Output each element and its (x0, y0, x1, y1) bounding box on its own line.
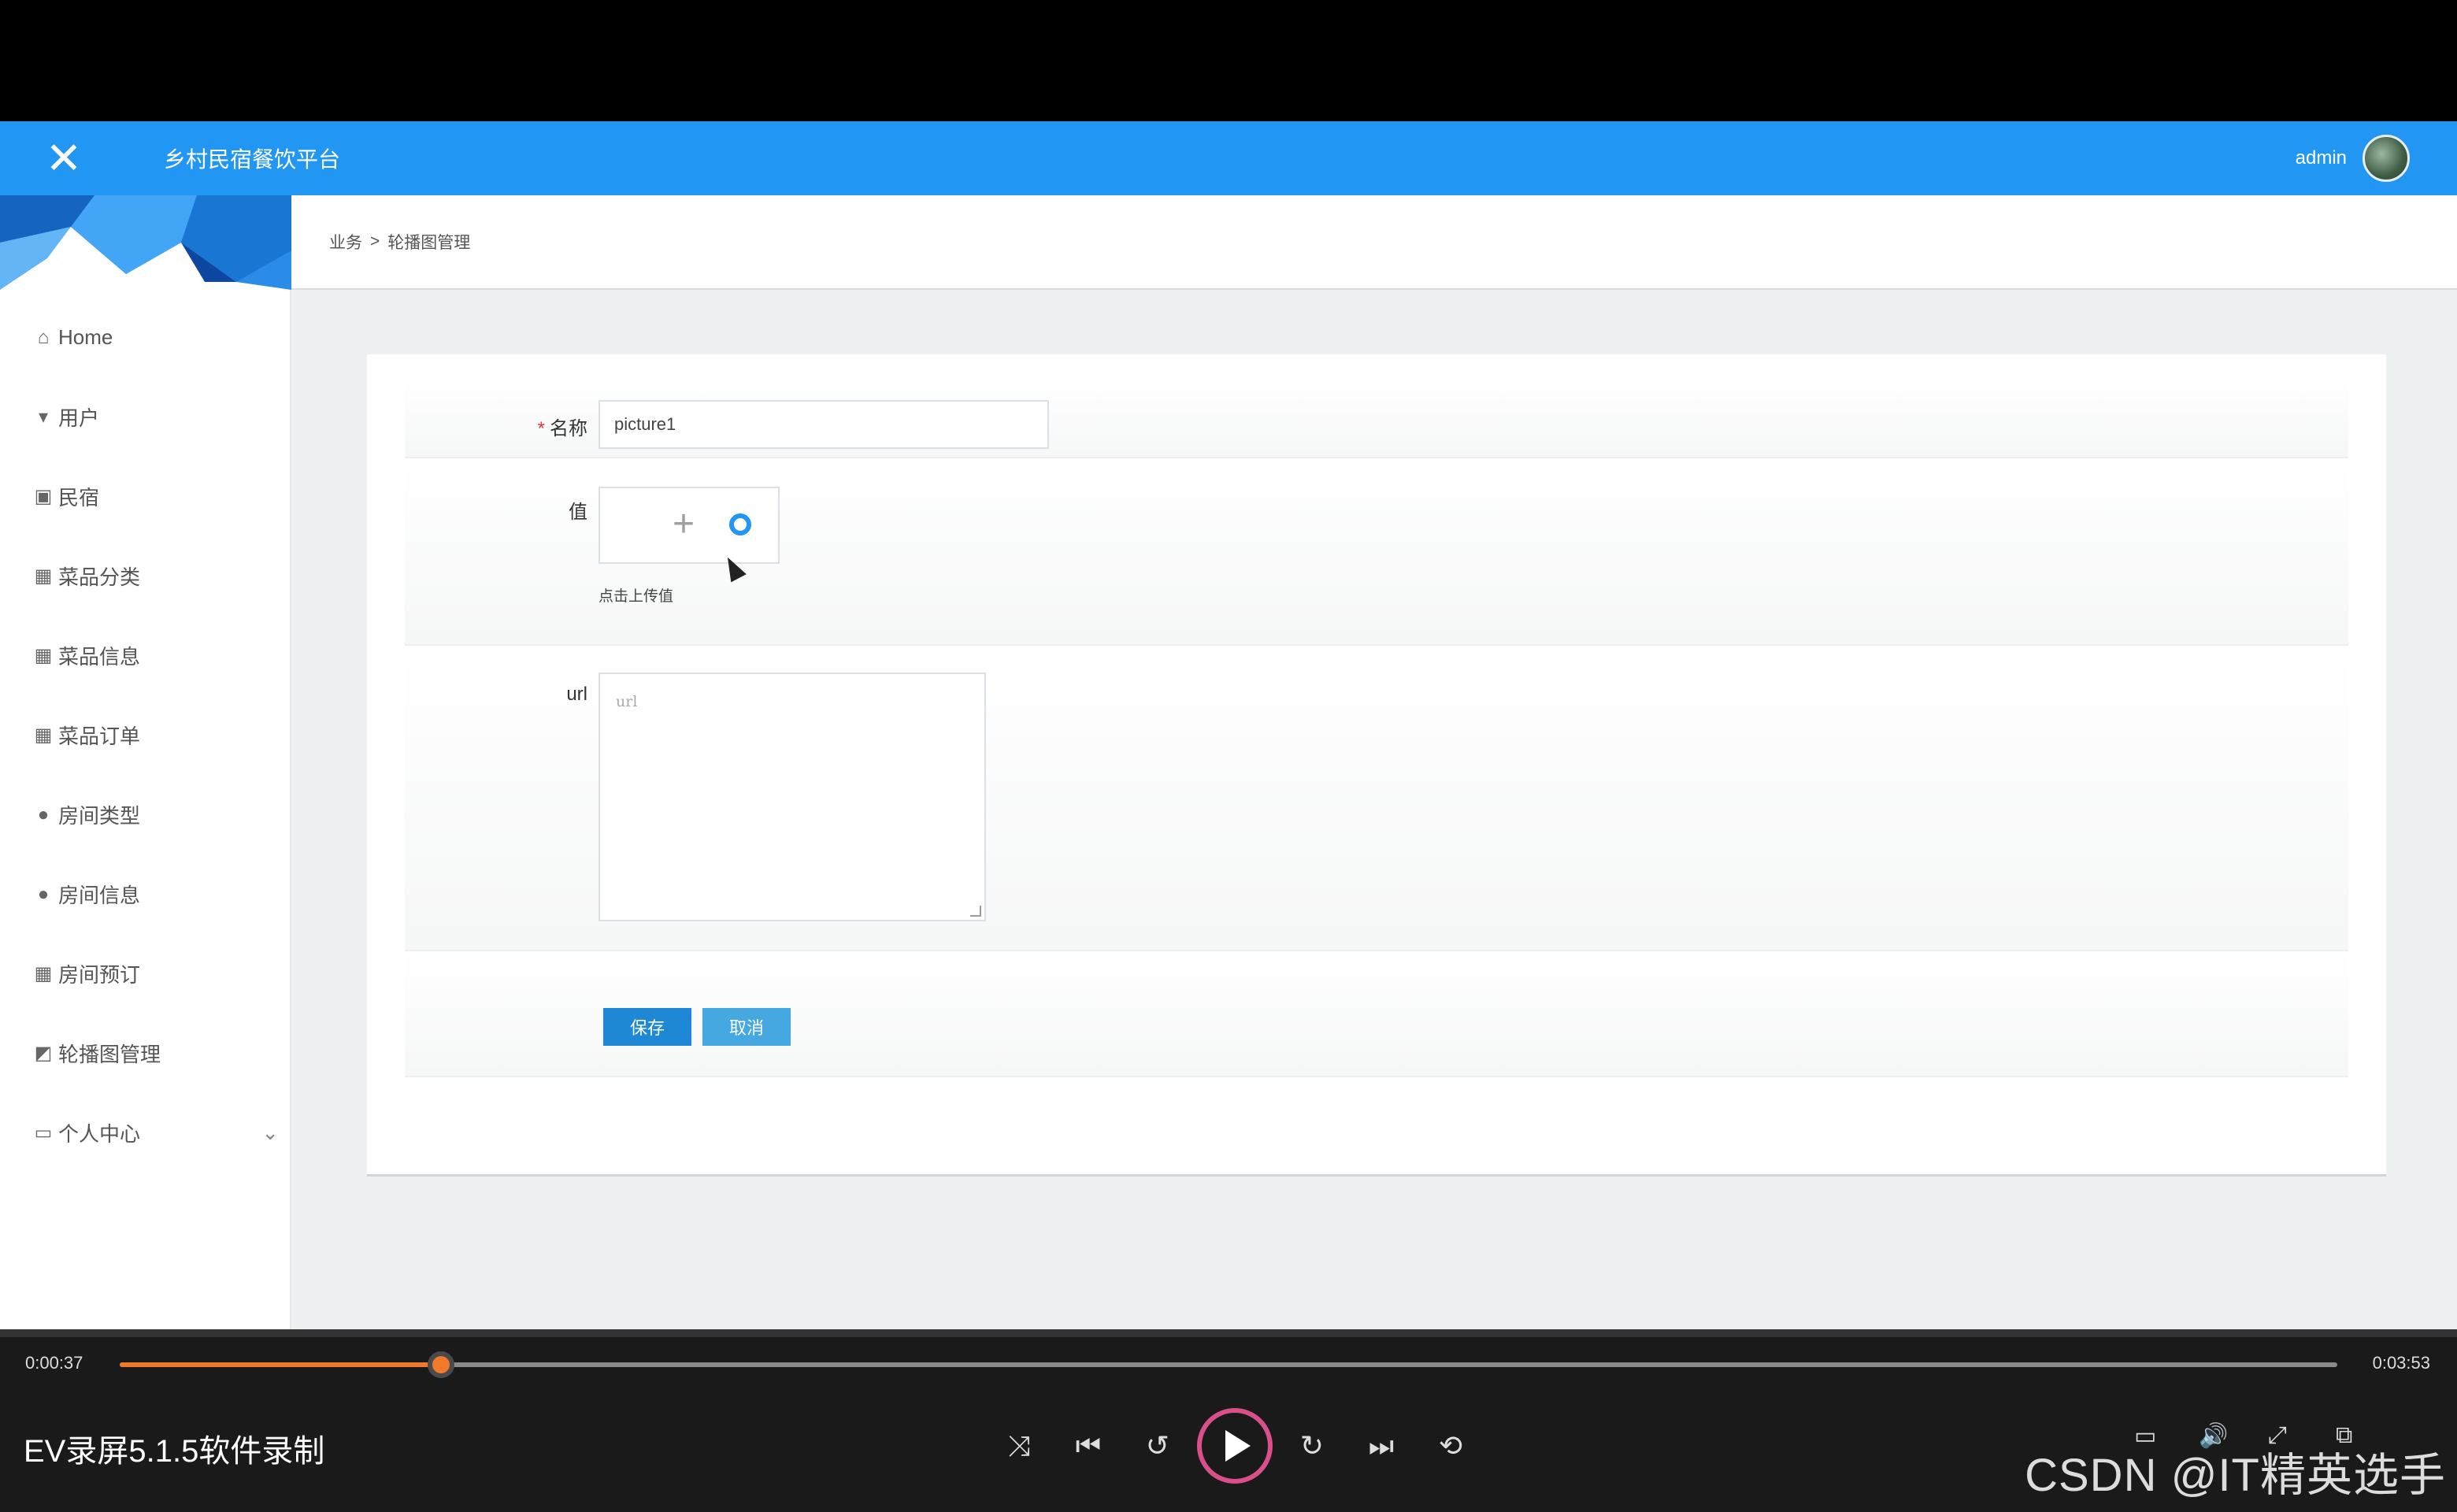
sidebar-item-label: 房间信息 (58, 884, 141, 907)
form-row-name: * 名称 picture1 (405, 376, 2348, 458)
sidebar-item-room-type[interactable]: ● 房间类型 (0, 775, 291, 854)
sidebar-item-room-booking[interactable]: ▦ 房间预订 (0, 934, 291, 1014)
chart-icon: ◩ (34, 1043, 53, 1064)
sidebar-item-homestay[interactable]: ▣ 民宿 (0, 457, 291, 536)
previous-icon[interactable]: ⏮ (1054, 1406, 1123, 1485)
person-icon: ● (37, 883, 50, 905)
progress-track[interactable] (120, 1351, 2337, 1378)
repeat-icon[interactable]: ⟲ (1416, 1406, 1485, 1485)
sidebar-item-profile[interactable]: ▭ 个人中心 ⌄ (0, 1093, 291, 1173)
shuffle-icon[interactable]: ⤨ (984, 1406, 1054, 1485)
plus-icon: + (673, 503, 695, 545)
upload-indicator-icon (729, 513, 751, 536)
video-player-bar: 0:00:37 0:03:53 EV录屏5.1.5软件录制 ⤨ ⏮ ↺ ↻ ⏭ … (0, 1329, 2457, 1512)
sidebar: ⌂ Home ▾ 用户 ▣ 民宿 ▦ 菜品分类 ▦ 菜品信息 ▦ 菜品订单 ● … (0, 195, 291, 1329)
user-menu[interactable]: admin (2296, 121, 2410, 195)
sidebar-item-label: 房间类型 (58, 804, 141, 828)
cancel-button[interactable]: 取消 (702, 1008, 791, 1046)
home-icon: ⌂ (37, 326, 50, 348)
url-textarea[interactable]: url (598, 673, 986, 921)
card-icon: ▭ (34, 1122, 53, 1143)
form-row-value: 值 + 点击上传值 (405, 458, 2348, 646)
recorder-brand: EV录屏5.1.5软件录制 (24, 1434, 325, 1469)
sidebar-item-label: 轮播图管理 (58, 1043, 161, 1066)
grid-icon: ▦ (34, 565, 53, 587)
value-label: 值 (569, 502, 587, 523)
sidebar-item-label: 菜品信息 (58, 645, 141, 669)
main-content: 业务 > 轮播图管理 * 名称 picture1 值 + 点击上传值 url ur… (291, 195, 2457, 1329)
current-time: 0:00:37 (25, 1353, 83, 1373)
grid-icon: ▦ (34, 645, 53, 666)
name-input[interactable]: picture1 (598, 400, 1049, 449)
sidebar-item-label: 个人中心 (58, 1122, 141, 1146)
progress-fill (120, 1362, 442, 1367)
sidebar-banner (0, 195, 291, 290)
sidebar-item-label: Home (58, 325, 113, 349)
app-title: 乡村民宿餐饮平台 (164, 147, 341, 172)
forward-30-icon[interactable]: ↻ (1277, 1406, 1347, 1485)
resize-handle-icon[interactable] (970, 906, 981, 917)
video-letterbox-top (0, 0, 2457, 121)
player-divider (0, 1329, 2457, 1337)
grid-icon: ▦ (34, 724, 53, 746)
form-card: * 名称 picture1 值 + 点击上传值 url url 保存 取消 (367, 354, 2386, 1177)
name-label: * 名称 (537, 418, 587, 439)
upload-hint: 点击上传值 (598, 588, 674, 605)
sidebar-item-carousel[interactable]: ◩ 轮播图管理 (0, 1014, 291, 1093)
breadcrumb: 业务 > 轮播图管理 (291, 195, 2457, 290)
url-label: url (566, 684, 587, 705)
sidebar-item-dish-order[interactable]: ▦ 菜品订单 (0, 695, 291, 775)
url-placeholder: url (616, 693, 638, 710)
save-button[interactable]: 保存 (603, 1008, 691, 1046)
username: admin (2295, 147, 2347, 169)
playback-controls: ⤨ ⏮ ↺ ↻ ⏭ ⟲ (984, 1406, 1485, 1485)
sidebar-item-room-info[interactable]: ● 房间信息 (0, 854, 291, 934)
sidebar-item-users[interactable]: ▾ 用户 (0, 377, 291, 457)
grid-icon: ▦ (34, 963, 53, 984)
upload-box[interactable]: + (598, 487, 780, 564)
sidebar-item-label: 用户 (58, 406, 100, 430)
clipboard-icon: ▣ (34, 486, 53, 507)
breadcrumb-current: 轮播图管理 (387, 234, 471, 252)
avatar[interactable] (2362, 135, 2410, 182)
watermark: CSDN @IT精英选手 (2025, 1450, 2446, 1501)
next-icon[interactable]: ⏭ (1347, 1406, 1416, 1485)
person-icon: ● (37, 803, 50, 825)
close-icon[interactable] (14, 121, 113, 195)
breadcrumb-parent[interactable]: 业务 (329, 230, 362, 254)
sidebar-item-label: 民宿 (58, 486, 100, 510)
chevron-down-icon[interactable]: ⌄ (261, 1121, 279, 1145)
sidebar-item-label: 菜品订单 (58, 724, 141, 748)
total-time: 0:03:53 (2372, 1353, 2430, 1373)
form-row-actions: 保存 取消 (405, 951, 2348, 1077)
rewind-10-icon[interactable]: ↺ (1123, 1406, 1192, 1485)
play-button[interactable] (1197, 1408, 1273, 1484)
breadcrumb-separator: > (370, 232, 380, 250)
sidebar-item-dish-info[interactable]: ▦ 菜品信息 (0, 616, 291, 695)
progress-knob[interactable] (428, 1351, 455, 1378)
user-icon: ▾ (38, 406, 49, 428)
sidebar-item-home[interactable]: ⌂ Home (0, 298, 291, 377)
app-header: 乡村民宿餐饮平台 admin (0, 121, 2457, 195)
form-row-url: url url (405, 646, 2348, 951)
sidebar-menu: ⌂ Home ▾ 用户 ▣ 民宿 ▦ 菜品分类 ▦ 菜品信息 ▦ 菜品订单 ● … (0, 298, 291, 1173)
sidebar-item-dish-category[interactable]: ▦ 菜品分类 (0, 536, 291, 616)
sidebar-item-label: 菜品分类 (58, 565, 141, 589)
sidebar-item-label: 房间预订 (58, 963, 141, 987)
required-mark: * (537, 418, 545, 439)
